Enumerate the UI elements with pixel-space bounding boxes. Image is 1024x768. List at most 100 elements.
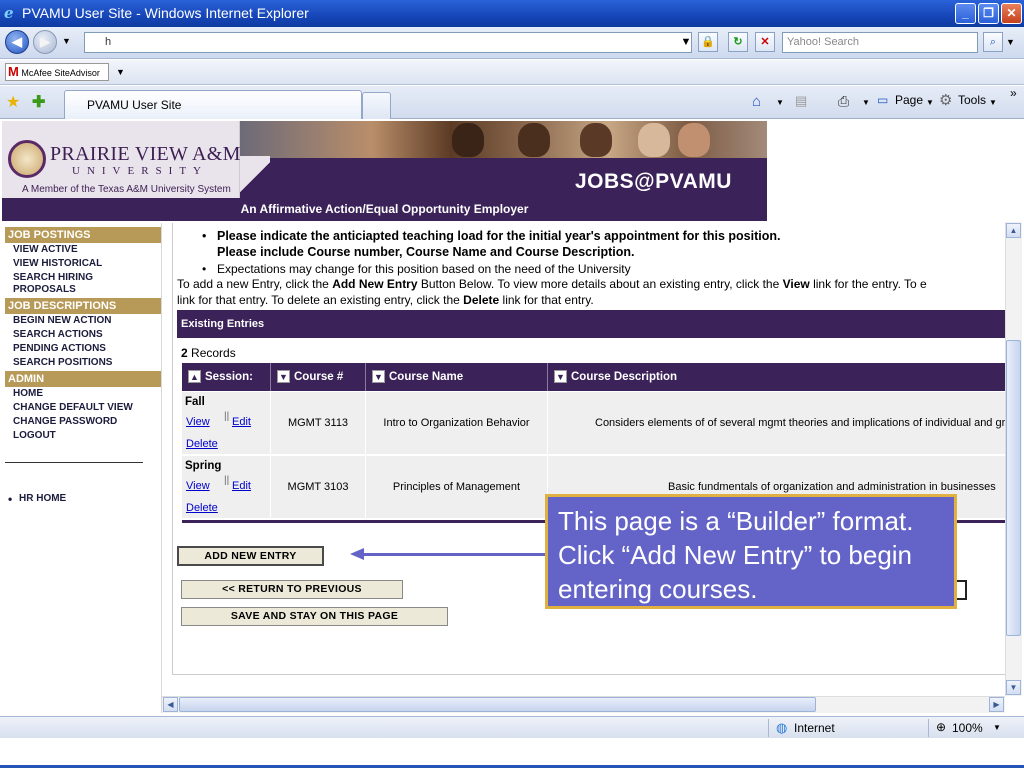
sidebar-item-view-historical[interactable]: VIEW HISTORICAL bbox=[13, 258, 102, 270]
minimize-button[interactable]: _ bbox=[955, 3, 976, 24]
sidebar-item-search-actions[interactable]: SEARCH ACTIONS bbox=[13, 329, 103, 341]
sidebar-heading-job-descriptions: JOB DESCRIPTIONS bbox=[5, 298, 161, 314]
sidebar-item-search-hiring-proposals[interactable]: SEARCH HIRING PROPOSALS bbox=[13, 272, 113, 296]
sidebar-item-pending-actions[interactable]: PENDING ACTIONS bbox=[13, 343, 106, 355]
history-dropdown-icon[interactable]: ▼ bbox=[62, 36, 71, 46]
instruction-teaching-load: Please indicate the anticiapted teaching… bbox=[217, 229, 781, 243]
refresh-icon[interactable]: ↻ bbox=[728, 32, 748, 52]
add-favorite-icon[interactable]: ✚ bbox=[32, 92, 45, 112]
table-row: Fall View || Edit Delete MGMT 3113 Intro… bbox=[182, 392, 1005, 455]
tools-dropdown-icon[interactable]: ▼ bbox=[989, 98, 997, 107]
table-header: ▲ Session: ▼ Course # ▼ Course Name ▼ Course… bbox=[182, 363, 1005, 391]
favorites-star-icon[interactable]: ★ bbox=[6, 92, 20, 112]
window-titlebar: e PVAMU User Site - Windows Internet Exp… bbox=[0, 0, 1024, 27]
column-course-number[interactable]: ▼ Course # bbox=[271, 363, 366, 391]
search-options-icon[interactable]: ▼ bbox=[1006, 37, 1015, 47]
cell-session: Spring View || Edit Delete bbox=[182, 456, 271, 519]
home-icon[interactable]: ⌂ bbox=[752, 93, 761, 110]
sidebar-item-change-default-view[interactable]: CHANGE DEFAULT VIEW bbox=[13, 402, 133, 414]
separator: || bbox=[224, 411, 230, 422]
view-link[interactable]: View bbox=[186, 480, 210, 492]
new-tab-button[interactable] bbox=[362, 92, 391, 119]
mcafee-dropdown-icon[interactable]: ▼ bbox=[116, 67, 125, 77]
sidebar-item-logout[interactable]: LOGOUT bbox=[13, 430, 56, 442]
sort-descending-icon[interactable]: ▼ bbox=[554, 370, 567, 384]
sort-ascending-icon[interactable]: ▲ bbox=[188, 370, 201, 384]
page-dropdown-icon[interactable]: ▼ bbox=[926, 98, 934, 107]
addon-toolbar bbox=[0, 60, 1024, 85]
vertical-scroll-thumb[interactable] bbox=[1006, 340, 1021, 636]
delete-link[interactable]: Delete bbox=[186, 502, 218, 514]
instruction-course-info: Please include Course number, Course Nam… bbox=[217, 245, 635, 259]
add-new-entry-button[interactable]: ADD NEW ENTRY bbox=[177, 546, 324, 566]
column-session[interactable]: ▲ Session: bbox=[182, 363, 271, 391]
maximize-button[interactable]: ❐ bbox=[978, 3, 999, 24]
scroll-down-icon[interactable]: ▼ bbox=[1006, 680, 1021, 695]
sidebar-item-hr-home[interactable]: HR HOME bbox=[19, 493, 66, 505]
tools-menu[interactable]: Tools bbox=[958, 93, 986, 107]
home-dropdown-icon[interactable]: ▼ bbox=[776, 98, 784, 107]
sidebar-item-search-positions[interactable]: SEARCH POSITIONS bbox=[13, 357, 112, 369]
callout-arrowhead bbox=[350, 548, 364, 560]
edit-link[interactable]: Edit bbox=[232, 480, 251, 492]
photo-person bbox=[452, 123, 484, 157]
record-count: 2 Records bbox=[181, 346, 236, 360]
globe-icon: ◍ bbox=[776, 720, 788, 735]
cell-course-description: Considers elements of of several mgmt th… bbox=[595, 417, 1005, 429]
cell-course-number: MGMT 3103 bbox=[271, 456, 366, 519]
horizontal-scroll-thumb[interactable] bbox=[179, 697, 816, 712]
print-dropdown-icon[interactable]: ▼ bbox=[862, 98, 870, 107]
mcafee-siteadvisor-button[interactable]: M McAfee SiteAdvisor bbox=[5, 63, 109, 81]
feeds-icon[interactable]: ▤ bbox=[795, 93, 807, 109]
edit-link[interactable]: Edit bbox=[232, 416, 251, 428]
save-and-stay-button[interactable]: SAVE AND STAY ON THIS PAGE bbox=[181, 607, 448, 626]
zoom-icon[interactable]: ⊕ bbox=[936, 720, 946, 734]
status-bar: ◍ Internet ⊕ 100% ▼ bbox=[0, 716, 1024, 738]
status-zone: Internet bbox=[794, 721, 835, 735]
sidebar-item-begin-new-action[interactable]: BEGIN NEW ACTION bbox=[13, 315, 112, 327]
scroll-right-icon[interactable]: ▶ bbox=[989, 697, 1004, 712]
view-link[interactable]: View bbox=[186, 416, 210, 428]
search-icon[interactable]: ⌕ bbox=[983, 32, 1003, 52]
sort-descending-icon[interactable]: ▼ bbox=[277, 370, 290, 384]
forward-button[interactable]: ▶ bbox=[33, 30, 57, 54]
sidebar-item-change-password[interactable]: CHANGE PASSWORD bbox=[13, 416, 117, 428]
status-divider bbox=[928, 719, 929, 737]
lock-icon[interactable]: 🔒 bbox=[698, 32, 718, 52]
cell-course-name: Intro to Organization Behavior bbox=[366, 392, 548, 455]
page-menu[interactable]: Page bbox=[895, 93, 923, 107]
scroll-left-icon[interactable]: ◀ bbox=[163, 697, 178, 712]
close-button[interactable]: ✕ bbox=[1001, 3, 1022, 24]
window-title: PVAMU User Site - Windows Internet Explo… bbox=[22, 5, 309, 21]
scroll-up-icon[interactable]: ▲ bbox=[1006, 223, 1021, 238]
print-icon[interactable]: ⎙ bbox=[838, 93, 849, 110]
column-course-name[interactable]: ▼ Course Name bbox=[366, 363, 548, 391]
search-input[interactable]: Yahoo! Search bbox=[782, 32, 978, 53]
cell-session: Fall View || Edit Delete bbox=[182, 392, 271, 455]
back-button[interactable]: ◀ bbox=[5, 30, 29, 54]
session-name: Spring bbox=[185, 460, 222, 472]
university-seal-icon bbox=[8, 140, 46, 178]
cell-course-name: Principles of Management bbox=[366, 456, 548, 519]
banner-divider bbox=[240, 156, 270, 198]
sidebar-item-view-active[interactable]: VIEW ACTIVE bbox=[13, 244, 78, 256]
zoom-dropdown-icon[interactable]: ▼ bbox=[993, 723, 1001, 732]
sidebar-item-home[interactable]: HOME bbox=[13, 388, 43, 400]
callout-line: entering courses. bbox=[558, 574, 758, 604]
zoom-level[interactable]: 100% bbox=[952, 721, 983, 735]
delete-link[interactable]: Delete bbox=[186, 438, 218, 450]
bullet-icon: • bbox=[202, 262, 207, 276]
separator: || bbox=[224, 475, 230, 486]
eoe-banner: An Affirmative Action/Equal Opportunity … bbox=[2, 198, 767, 221]
address-bar[interactable]: h bbox=[84, 32, 692, 53]
bullet-icon: • bbox=[8, 492, 13, 506]
sort-descending-icon[interactable]: ▼ bbox=[372, 370, 385, 384]
more-chevron-icon[interactable]: » bbox=[1010, 86, 1017, 100]
return-to-previous-button[interactable]: << RETURN TO PREVIOUS bbox=[181, 580, 403, 599]
tab-pvamu-user-site[interactable]: PVAMU User Site bbox=[64, 90, 362, 119]
stop-icon[interactable]: ✕ bbox=[755, 32, 775, 52]
address-dropdown-icon[interactable]: ▼ bbox=[676, 33, 696, 53]
callout-line: This page is a “Builder” format. bbox=[558, 506, 914, 536]
column-course-description[interactable]: ▼ Course Description bbox=[548, 363, 1005, 391]
photo-person bbox=[678, 123, 710, 157]
